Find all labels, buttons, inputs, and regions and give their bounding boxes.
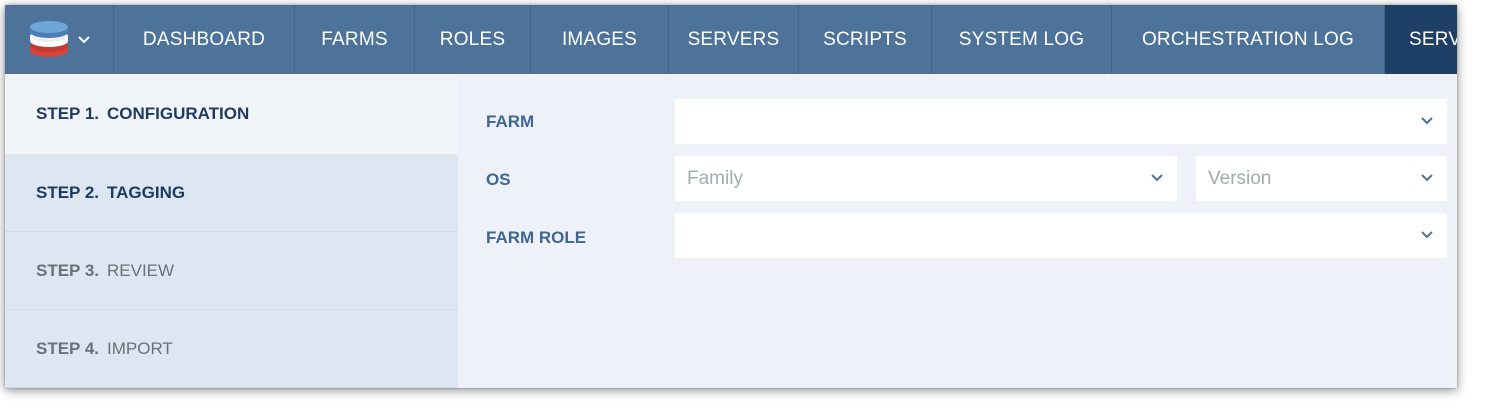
top-navigation: DASHBOARD FARMS ROLES IMAGES SERVERS SCR… (5, 5, 1457, 74)
nav-roles[interactable]: ROLES (415, 5, 531, 74)
app-window: DASHBOARD FARMS ROLES IMAGES SERVERS SCR… (5, 5, 1457, 388)
chevron-down-icon (1421, 174, 1433, 182)
step-import[interactable]: STEP 4. IMPORT (5, 310, 458, 388)
nav-images[interactable]: IMAGES (531, 5, 669, 74)
step-review[interactable]: STEP 3. REVIEW (5, 232, 458, 310)
os-version-select[interactable]: Version (1196, 156, 1447, 201)
step-label: TAGGING (107, 182, 186, 202)
nav-farms[interactable]: FARMS (295, 5, 415, 74)
chevron-down-icon (1421, 231, 1433, 239)
os-label: OS (486, 170, 511, 189)
step-tagging[interactable]: STEP 2. TAGGING (5, 154, 458, 232)
app-logo-menu[interactable] (5, 5, 114, 74)
nav-servers-import-active[interactable]: SERV (1385, 5, 1457, 74)
wizard-steps-sidebar: STEP 1. CONFIGURATION STEP 2. TAGGING ST… (5, 74, 458, 388)
step-number: STEP 3. (36, 260, 99, 280)
nav-servers[interactable]: SERVERS (669, 5, 799, 74)
step-configuration[interactable]: STEP 1. CONFIGURATION (5, 74, 458, 154)
step-number: STEP 4. (36, 338, 99, 358)
chevron-down-icon (1151, 174, 1163, 182)
farm-role-select[interactable] (675, 213, 1447, 258)
nav-dashboard[interactable]: DASHBOARD (114, 5, 295, 74)
step-number: STEP 2. (36, 182, 99, 202)
nav-orchestration-log[interactable]: ORCHESTRATION LOG (1112, 5, 1385, 74)
chevron-down-icon (1421, 117, 1433, 125)
step-label: CONFIGURATION (107, 104, 250, 123)
step-label: REVIEW (107, 260, 175, 280)
os-family-placeholder: Family (687, 168, 743, 189)
step-number: STEP 1. (36, 104, 99, 123)
step-label: IMPORT (107, 338, 173, 358)
farm-select[interactable] (675, 99, 1447, 144)
chevron-down-icon (78, 35, 90, 43)
farm-role-label: FARM ROLE (486, 228, 587, 247)
nav-system-log[interactable]: SYSTEM LOG (932, 5, 1112, 74)
farm-label: FARM (486, 112, 535, 131)
os-version-placeholder: Version (1208, 168, 1272, 189)
nav-scripts[interactable]: SCRIPTS (799, 5, 932, 74)
os-family-select[interactable]: Family (675, 156, 1177, 201)
stack-logo-icon (30, 20, 68, 57)
